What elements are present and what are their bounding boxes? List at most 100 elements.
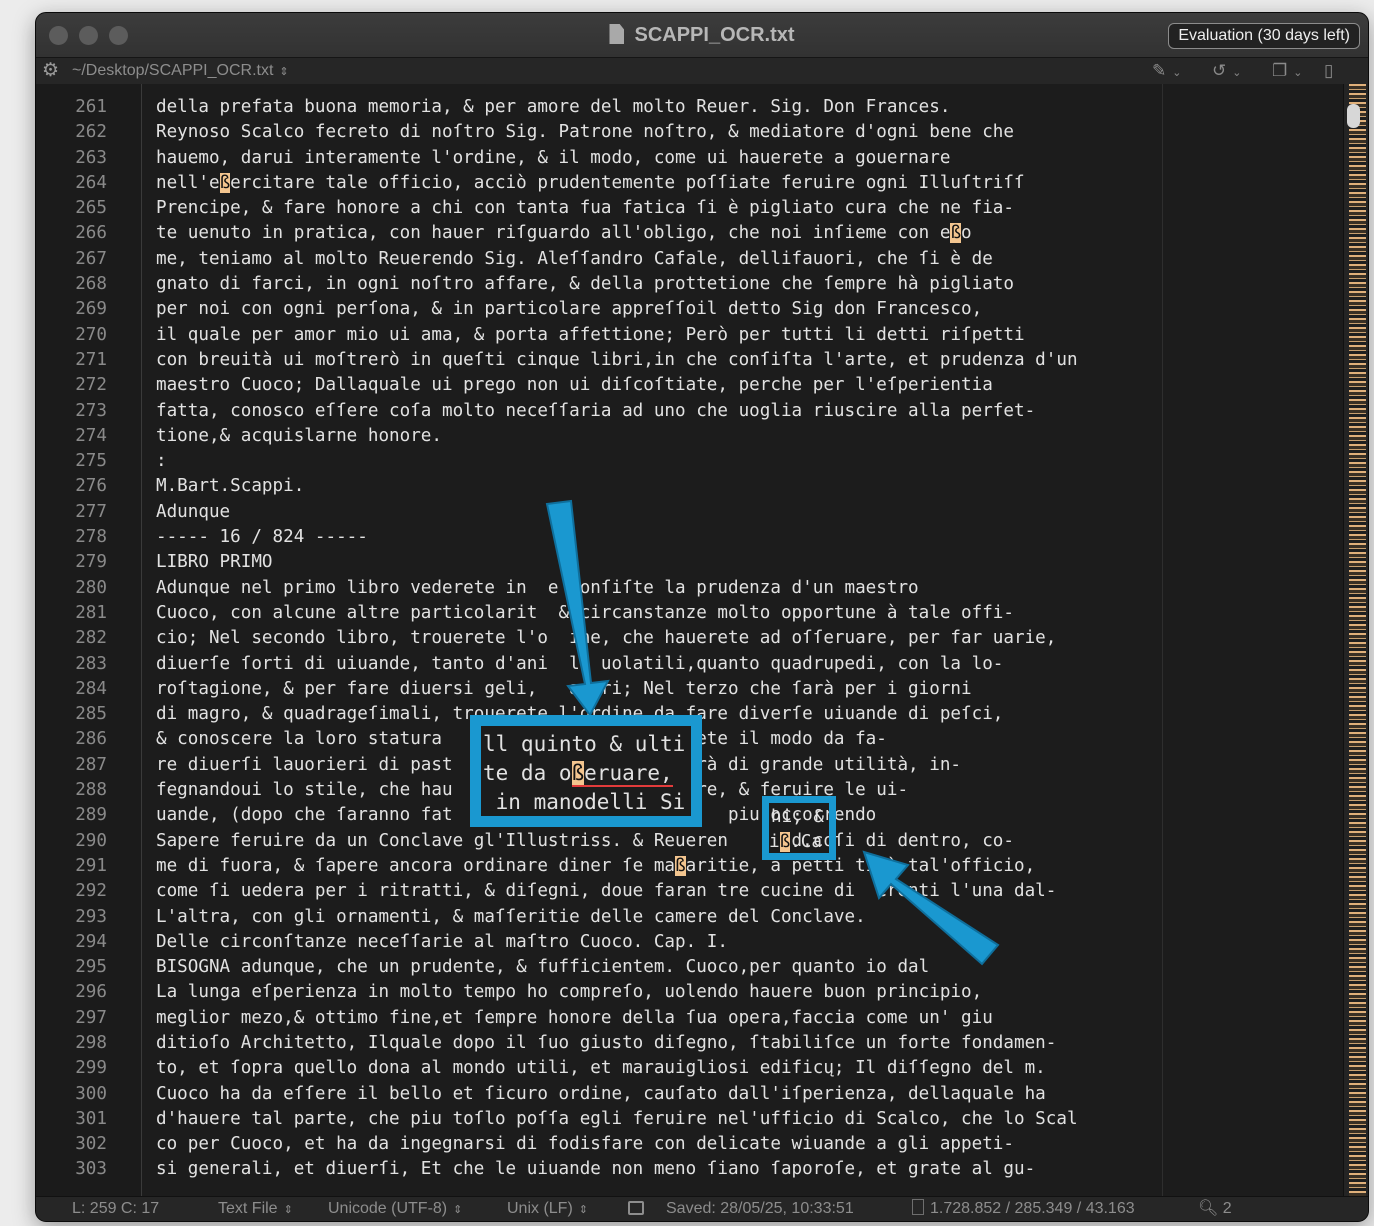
text-lines[interactable]: 261 della prefata buona memoria, & per am… bbox=[36, 95, 1176, 1183]
text-line[interactable]: 271 con breuità ui moſtrerò in queſti cin… bbox=[36, 348, 1176, 373]
line-text[interactable]: maestro Cuoco; Dallaquale ui prego non u… bbox=[156, 373, 993, 398]
line-text[interactable]: L'altra, con gli ornamenti, & maſſeritie… bbox=[156, 905, 866, 930]
text-line[interactable]: 297 meglior mezo,& ottimo fine,et ſempre … bbox=[36, 1006, 1176, 1031]
line-text[interactable]: nell'eßercitare tale officio, acciò prud… bbox=[156, 171, 1025, 196]
text-line[interactable]: 284 roſtagione, & per fare diuersi geli, … bbox=[36, 677, 1176, 702]
line-text[interactable]: tione,& acquislarne honore. bbox=[156, 424, 442, 449]
line-text[interactable]: ----- 16 / 824 ----- bbox=[156, 525, 368, 550]
line-text[interactable]: M.Bart.Scappi. bbox=[156, 474, 304, 499]
line-text[interactable]: BISOGNA adunque, che un prudente, & fuff… bbox=[156, 955, 929, 980]
text-line[interactable]: 273 fatta, conosco eſſere coſa molto nece… bbox=[36, 399, 1176, 424]
text-line[interactable]: 261 della prefata buona memoria, & per am… bbox=[36, 95, 1176, 120]
text-line[interactable]: 268 gnato di farci, in ogni noſtro affare… bbox=[36, 272, 1176, 297]
line-endings-popup[interactable]: Unix (LF) ⇕ bbox=[507, 1197, 588, 1221]
document-stats[interactable]: 1.728.852 / 285.349 / 43.163 bbox=[912, 1197, 1135, 1221]
text-line[interactable]: 267 me, teniamo al molto Reuerendo Sig. A… bbox=[36, 247, 1176, 272]
line-text[interactable]: fegnandoui lo stile, che hau preſentare,… bbox=[156, 778, 908, 803]
text-line[interactable]: 281 Cuoco, con alcune altre particolarit … bbox=[36, 601, 1176, 626]
line-text[interactable]: hauemo, darui interamente l'ordine, & il… bbox=[156, 146, 950, 171]
text-line[interactable]: 278 ----- 16 / 824 ----- bbox=[36, 525, 1176, 550]
text-line[interactable]: 285 di magro, & quadrageſimali, trouerete… bbox=[36, 702, 1176, 727]
line-text[interactable]: : bbox=[156, 449, 167, 474]
text-line[interactable]: 272 maestro Cuoco; Dallaquale ui prego no… bbox=[36, 373, 1176, 398]
text-line[interactable]: 269 per noi con ogni perſona, & in partic… bbox=[36, 297, 1176, 322]
line-text[interactable]: uande, (dopo che ſaranno fat Scal piu oc… bbox=[156, 803, 876, 828]
line-text[interactable]: LIBRO PRIMO bbox=[156, 550, 273, 575]
text-line[interactable]: 298 ditioſo Architetto, Ilquale dopo il ſ… bbox=[36, 1031, 1176, 1056]
text-line[interactable]: 300 Cuoco ha da eſſere il bello et ſicuro… bbox=[36, 1082, 1176, 1107]
line-text[interactable]: come ſi uedera per i ritratti, & diſegni… bbox=[156, 879, 1056, 904]
text-line[interactable]: 276 M.Bart.Scappi. bbox=[36, 474, 1176, 499]
line-text[interactable]: meglior mezo,& ottimo fine,et ſempre hon… bbox=[156, 1006, 993, 1031]
text-line[interactable]: 301 d'hauere tal parte, che piu toſlo poſ… bbox=[36, 1107, 1176, 1132]
text-line[interactable]: 277 Adunque bbox=[36, 500, 1176, 525]
evaluation-badge[interactable]: Evaluation (30 days left) bbox=[1168, 23, 1360, 49]
line-text[interactable]: roſtagione, & per fare diuersi geli, apo… bbox=[156, 677, 972, 702]
text-line[interactable]: 289 uande, (dopo che ſaranno fat Scal piu… bbox=[36, 803, 1176, 828]
encoding-popup[interactable]: Unicode (UTF-8) ⇕ bbox=[328, 1197, 462, 1221]
text-line[interactable]: 294 Delle circonſtanze neceſſarie al maſt… bbox=[36, 930, 1176, 955]
text-line[interactable]: 295 BISOGNA adunque, che un prudente, & f… bbox=[36, 955, 1176, 980]
line-text[interactable]: Adunque bbox=[156, 500, 230, 525]
text-line[interactable]: 275: bbox=[36, 449, 1176, 474]
line-text[interactable]: La lunga eſperienza in molto tempo ho co… bbox=[156, 980, 982, 1005]
file-type-popup[interactable]: Text File ⇕ bbox=[218, 1197, 293, 1221]
line-text[interactable]: te uenuto in pratica, con hauer riſguard… bbox=[156, 221, 972, 246]
line-text[interactable]: il quale per amor mio ui ama, & porta af… bbox=[156, 323, 1025, 348]
marker-button[interactable]: ✎ ⌄ bbox=[1152, 58, 1181, 86]
line-text[interactable]: per noi con ogni perſona, & in particola… bbox=[156, 297, 982, 322]
text-line[interactable]: 283 diuerſe ſorti di uiuande, tanto d'ani… bbox=[36, 652, 1176, 677]
text-line[interactable]: 265 Prencipe, & fare honore a chi con tan… bbox=[36, 196, 1176, 221]
text-line[interactable]: 262 Reynoso Scalco fecreto di noſtro Sig.… bbox=[36, 120, 1176, 145]
line-text[interactable]: Prencipe, & fare honore a chi con tanta … bbox=[156, 196, 1014, 221]
scroll-thumb[interactable] bbox=[1347, 104, 1360, 128]
line-text[interactable]: me, teniamo al molto Reuerendo Sig. Aleſ… bbox=[156, 247, 993, 272]
line-text[interactable]: me di fuora, & ſapere ancora ordinare di… bbox=[156, 854, 1035, 879]
line-text[interactable]: si generali, et diuerſi, Et che le uiuan… bbox=[156, 1157, 1035, 1182]
gear-icon[interactable]: ⚙ bbox=[42, 58, 59, 84]
line-text[interactable]: Cuoco ha da eſſere il bello et ſicuro or… bbox=[156, 1082, 1046, 1107]
text-line[interactable]: 286 & conoscere la loro statura o trouere… bbox=[36, 727, 1176, 752]
line-text[interactable]: gnato di farci, in ogni noſtro affare, &… bbox=[156, 272, 1014, 297]
text-line[interactable]: 266 te uenuto in pratica, con hauer riſgu… bbox=[36, 221, 1176, 246]
line-text[interactable]: cio; Nel secondo libro, trouerete l'o in… bbox=[156, 626, 1056, 651]
text-line[interactable]: 282 cio; Nel secondo libro, trouerete l'o… bbox=[36, 626, 1176, 651]
line-text[interactable]: Cuoco, con alcune altre particolarit & c… bbox=[156, 601, 1014, 626]
cursor-position[interactable]: L: 259 C: 17 bbox=[72, 1197, 159, 1221]
vertical-scrollbar[interactable] bbox=[1343, 84, 1368, 1197]
line-text[interactable]: ditioſo Architetto, Ilquale dopo il ſuo … bbox=[156, 1031, 1056, 1056]
line-text[interactable]: Adunque nel primo libro vederete in e co… bbox=[156, 576, 919, 601]
line-text[interactable]: to, et ſopra quello dona al mondo utili,… bbox=[156, 1056, 1046, 1081]
text-line[interactable]: 290 Sapere feruire da un Conclave gl'Illu… bbox=[36, 829, 1176, 854]
text-line[interactable]: 303 si generali, et diuerſi, Et che le ui… bbox=[36, 1157, 1176, 1182]
text-line[interactable]: 263 hauemo, darui interamente l'ordine, &… bbox=[36, 146, 1176, 171]
text-line[interactable]: 296 La lunga eſperienza in molto tempo ho… bbox=[36, 980, 1176, 1005]
document-info-button[interactable]: ▯ bbox=[1324, 58, 1333, 84]
text-line[interactable]: 270 il quale per amor mio ui ama, & porta… bbox=[36, 323, 1176, 348]
line-text[interactable]: d'hauere tal parte, che piu toſlo poſſa … bbox=[156, 1107, 1078, 1132]
line-text[interactable]: re diuerſi lauorieri di past , ui ſarà d… bbox=[156, 753, 961, 778]
text-line[interactable]: 288 fegnandoui lo stile, che hau preſenta… bbox=[36, 778, 1176, 803]
zoom-level[interactable]: 🔍︎ 2 bbox=[1198, 1197, 1232, 1221]
line-text[interactable]: & conoscere la loro statura o trouerete … bbox=[156, 727, 887, 752]
line-text[interactable]: di magro, & quadrageſimali, trouerete l'… bbox=[156, 702, 1003, 727]
text-line[interactable]: 274 tione,& acquislarne honore. bbox=[36, 424, 1176, 449]
line-text[interactable]: della prefata buona memoria, & per amore… bbox=[156, 95, 950, 120]
text-line[interactable]: 287 re diuerſi lauorieri di past , ui ſar… bbox=[36, 753, 1176, 778]
history-button[interactable]: ↺ ⌄ bbox=[1212, 58, 1241, 86]
documents-button[interactable]: ❐ ⌄ bbox=[1272, 58, 1302, 86]
line-text[interactable]: co per Cuoco, et ha da ingegnarsi di fod… bbox=[156, 1132, 1014, 1157]
text-line[interactable]: 299 to, et ſopra quello dona al mondo uti… bbox=[36, 1056, 1176, 1081]
line-text[interactable]: fatta, conosco eſſere coſa molto neceſſa… bbox=[156, 399, 1035, 424]
text-line[interactable]: 279 LIBRO PRIMO bbox=[36, 550, 1176, 575]
text-line[interactable]: 302 co per Cuoco, et ha da ingegnarsi di … bbox=[36, 1132, 1176, 1157]
line-text[interactable]: diuerſe ſorti di uiuande, tanto d'ani li… bbox=[156, 652, 1003, 677]
line-text[interactable]: Reynoso Scalco fecreto di noſtro Sig. Pa… bbox=[156, 120, 1014, 145]
line-text[interactable]: Delle circonſtanze neceſſarie al maſtro … bbox=[156, 930, 728, 955]
text-line[interactable]: 293 L'altra, con gli ornamenti, & maſſeri… bbox=[36, 905, 1176, 930]
text-line[interactable]: 292 come ſi uedera per i ritratti, & diſe… bbox=[36, 879, 1176, 904]
text-line[interactable]: 264 nell'eßercitare tale officio, acciò p… bbox=[36, 171, 1176, 196]
text-line[interactable]: 280 Adunque nel primo libro vederete in e… bbox=[36, 576, 1176, 601]
lock-toggle[interactable] bbox=[628, 1197, 644, 1221]
line-text[interactable]: con breuità ui moſtrerò in queſti cinque… bbox=[156, 348, 1078, 373]
